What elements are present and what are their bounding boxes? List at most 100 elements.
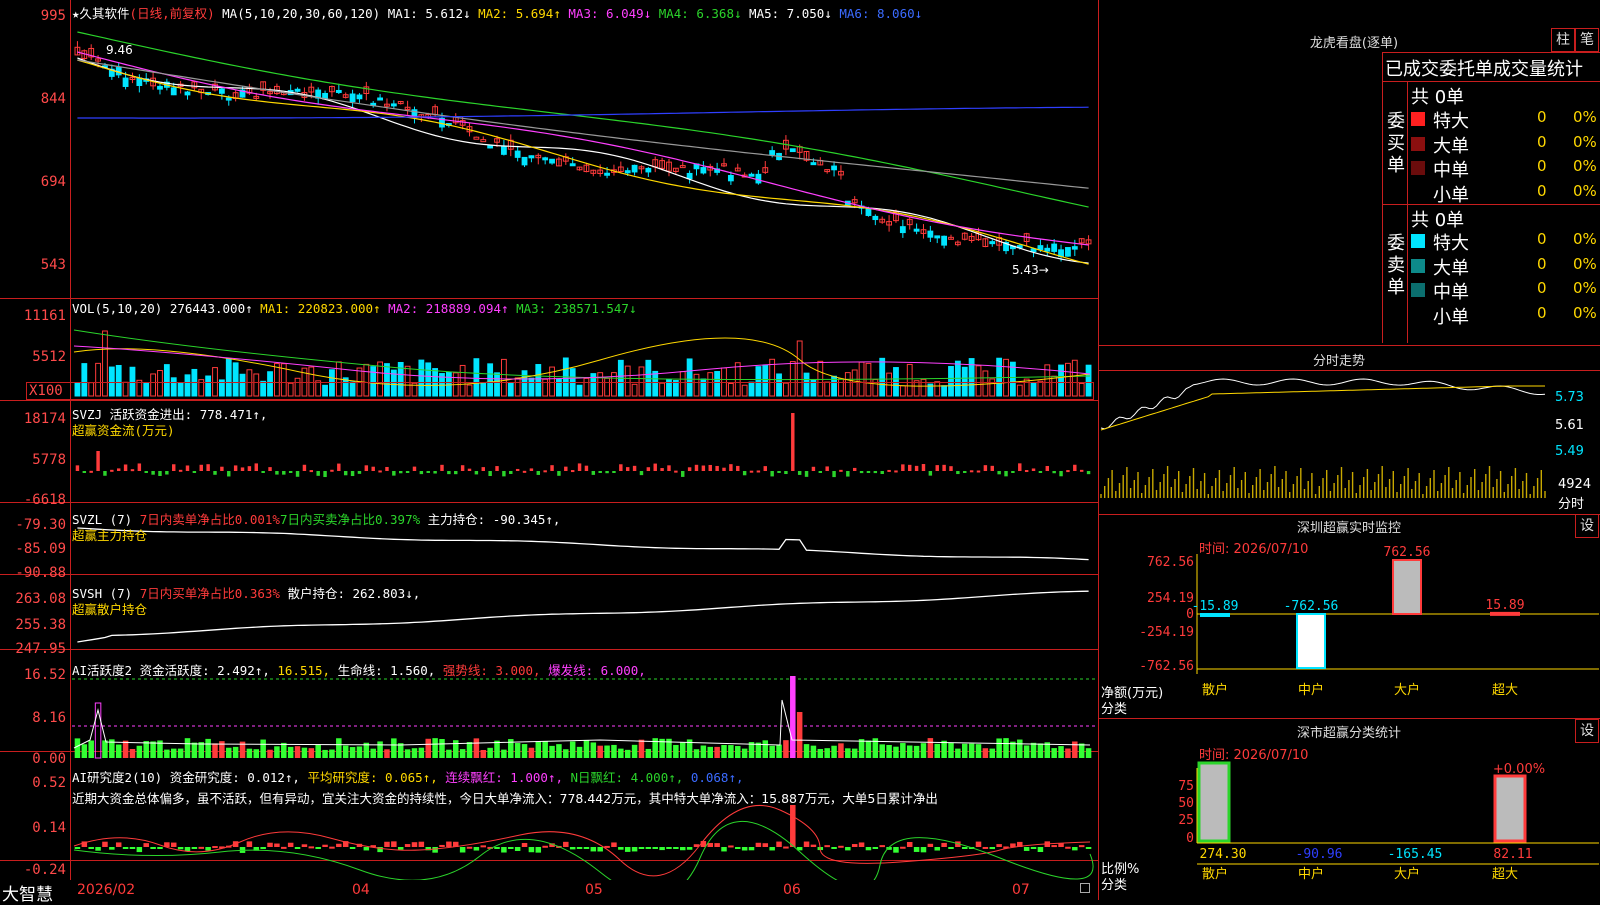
ai-research-bar [735, 847, 741, 849]
svzj-bar [674, 470, 678, 473]
svzj-bar [866, 471, 871, 473]
svzj-bar [908, 464, 912, 471]
svzj-bar [832, 471, 836, 478]
ai-activity-bar [535, 741, 542, 758]
intraday-chart[interactable] [1099, 370, 1600, 530]
order-type: 大单 [1433, 257, 1469, 279]
szjk-chart[interactable]: 762.56254.190-254.19-762.56-15.89散户-762.… [1099, 514, 1600, 714]
svzl-sell: 7日内卖单净占比0.001% [139, 512, 280, 527]
svzj-bar [185, 465, 190, 471]
ai-activity-bar [1003, 738, 1009, 758]
svzj-bar [942, 464, 946, 471]
ai-activity-bar [824, 748, 830, 758]
order-pct: 0% [1573, 181, 1597, 200]
vol-y-mid: 5512 [32, 349, 66, 365]
ai-activity-bar [322, 749, 328, 758]
lifeline [73, 699, 1091, 749]
ai-activity-bar [226, 747, 232, 758]
svzj-bar [983, 465, 988, 471]
ai-research-bar [446, 841, 452, 847]
tick-view-button[interactable]: 笔 [1575, 28, 1599, 52]
svzj-bar [742, 471, 747, 476]
lock-icon[interactable] [1080, 883, 1090, 893]
ai-activity-bar [597, 745, 603, 758]
stock-name[interactable]: 久其软件 [80, 6, 130, 21]
candle-body [184, 91, 191, 96]
candle-body [294, 88, 301, 92]
svsh-y-mid: 255.38 [15, 617, 66, 633]
svzj-bar [997, 471, 1001, 475]
ai-activity-bar [122, 740, 129, 758]
ai2-name: AI研究度2(10) [72, 770, 163, 785]
vol-unit[interactable]: X100 [26, 382, 1094, 400]
ai-research-bar [906, 841, 913, 847]
ai-research-bar [205, 847, 211, 851]
sfl-bar-super [1493, 774, 1527, 843]
ai-research-bar [865, 847, 872, 851]
ai-research-bar [858, 842, 865, 847]
ai-research-bar [783, 846, 789, 849]
ai-activity-bar [88, 740, 94, 758]
candle-body [934, 235, 941, 239]
ai-research-bar [184, 847, 191, 852]
svzj-bar [646, 467, 651, 471]
szjk-value-label: -762.56 [1284, 599, 1339, 614]
favorite-star-icon[interactable]: ★ [72, 6, 80, 21]
svzj-bar [797, 471, 802, 475]
ai-activity-bar [411, 748, 418, 758]
ai-research-bar [755, 842, 762, 847]
ai-research-bar [336, 843, 342, 847]
svzj-bar [839, 469, 843, 472]
svzj-bar [474, 471, 479, 475]
ai-activity-bar [563, 749, 569, 758]
buy-rows: 特大 0 0% 大单 0 0% 中单 0 0% 小单 0 0% [1407, 107, 1600, 206]
order-pct: 0% [1573, 108, 1597, 126]
ai-activity-bar [1023, 745, 1030, 758]
main-chart-area[interactable]: ★久其软件(日线,前复权) MA(5,10,20,30,60,120) MA1:… [0, 0, 1099, 900]
ai-activity-bar [865, 740, 872, 758]
sell-order-label: 委卖单 [1387, 233, 1405, 298]
ai2-comment: 近期大资金总体偏多，虽不活跃，但有异动，宜关注大资金的持续性，今日大单净流入：7… [72, 791, 938, 806]
order-count: 0 [1537, 108, 1547, 126]
svzj-bar [488, 471, 492, 477]
svzj-bar [261, 471, 265, 473]
ai-research-bar [845, 847, 851, 851]
ai-research-bar [831, 847, 837, 849]
svzj-bar [653, 463, 657, 471]
ai-activity-bar [611, 744, 617, 758]
candle-body [899, 226, 906, 234]
ai-activity-bar [184, 738, 191, 758]
svzj-bar [660, 468, 664, 471]
ai-activity-bar [308, 748, 315, 758]
ai-activity-bar [253, 749, 260, 758]
svzj-bar [137, 463, 142, 471]
svzj-bar [914, 465, 919, 471]
chart-mode[interactable]: (日线,前复权) [130, 6, 215, 21]
ai-research-bar [631, 847, 638, 852]
szjk-value-label: 762.56 [1384, 545, 1431, 560]
ai-research-bar [569, 847, 576, 850]
ai-activity-bar [741, 748, 748, 758]
ai-activity-bar [879, 744, 885, 758]
ma-params: MA(5,10,20,30,60,120) [222, 6, 381, 21]
ai-activity-bar [301, 747, 308, 758]
candle-body [1044, 247, 1051, 252]
svzj-bar [969, 470, 974, 473]
brand-label[interactable]: 大智慧 [2, 880, 53, 905]
ai-activity-bar [783, 740, 789, 758]
x-date-may: 05 [585, 882, 603, 898]
ai-research-bar [459, 847, 466, 853]
fs-y-bot: 5.49 [1555, 444, 1584, 459]
svzj-bar [178, 469, 183, 472]
candle-body [748, 173, 755, 177]
bar-view-button[interactable]: 柱 [1551, 28, 1575, 52]
ai-activity-bar [721, 745, 727, 758]
ai-activity-bar [569, 741, 576, 758]
candle-body [769, 150, 776, 156]
ai-activity-bar [384, 749, 390, 758]
ai-activity-bar [452, 740, 459, 758]
svzj-bar [206, 464, 210, 471]
sfl-chart[interactable]: 75 50 25 0 +0.00% 274.30 散户 -90.96 中户 -165.45 大户 82… [1099, 718, 1600, 900]
svzj-bar [791, 413, 795, 471]
svzj-bar [323, 471, 327, 478]
